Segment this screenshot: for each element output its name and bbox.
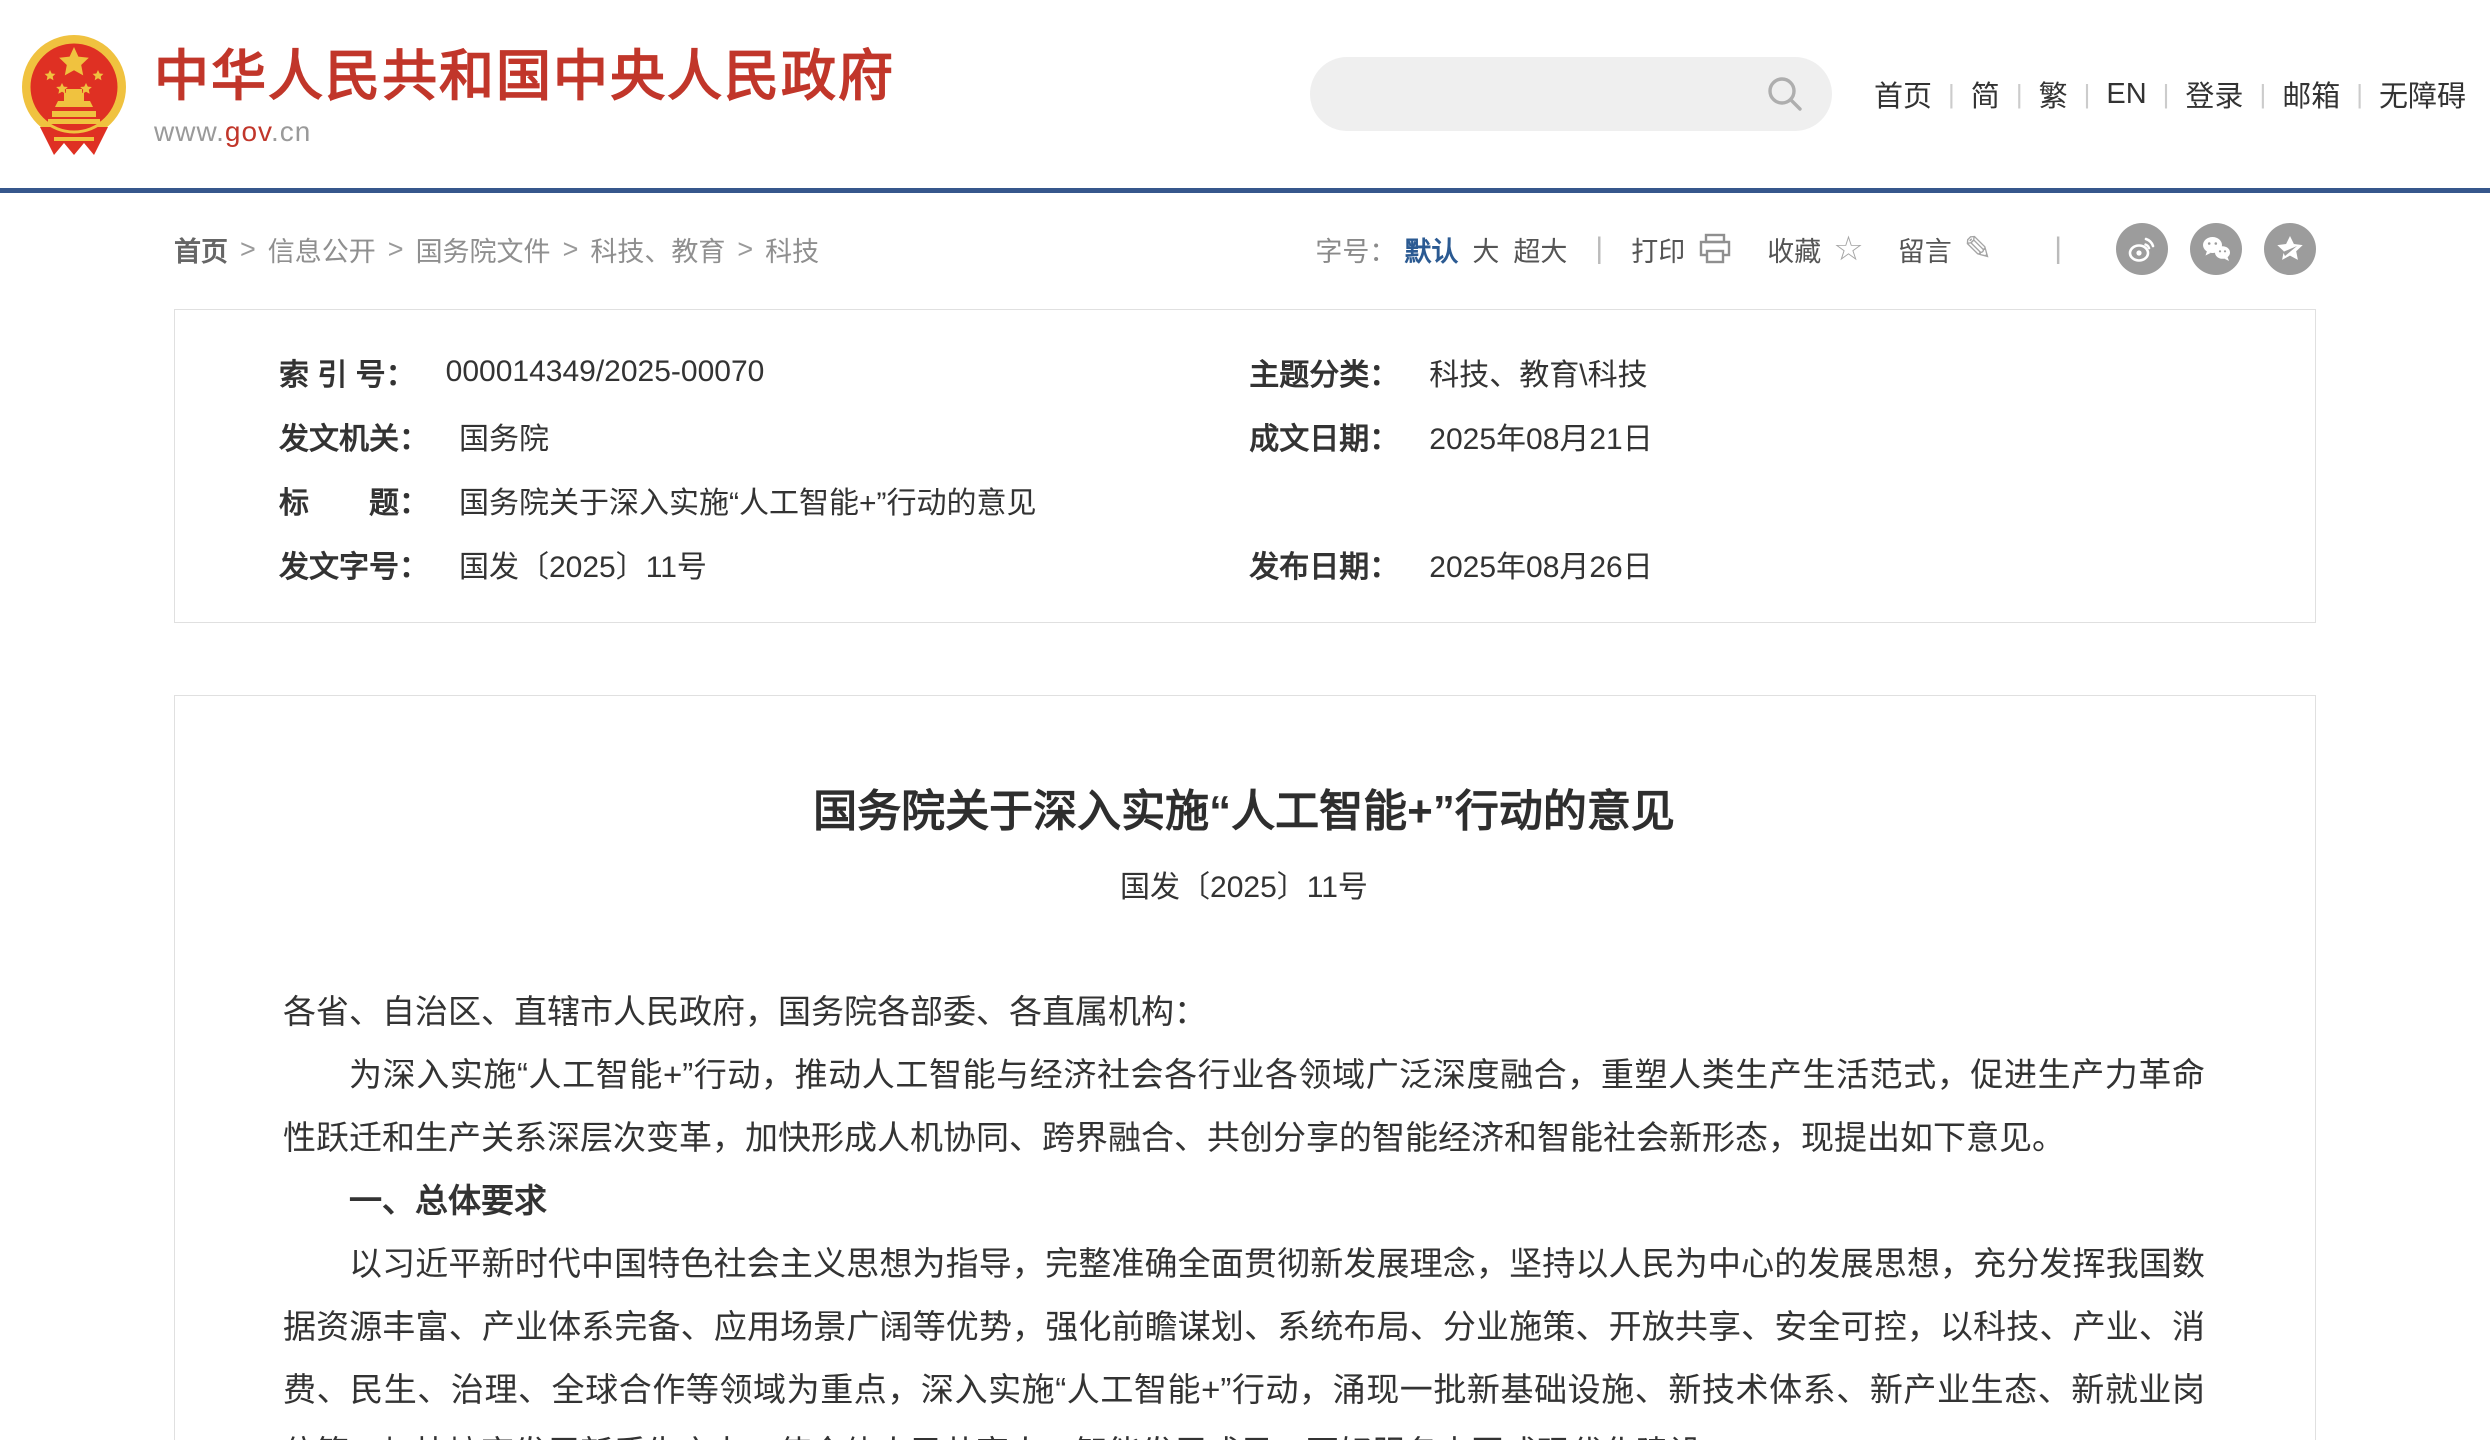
meta-title-value: 国务院关于深入实施“人工智能+”行动的意见 <box>459 478 1037 522</box>
breadcrumb-state-council-docs[interactable]: 国务院文件 <box>416 230 551 269</box>
breadcrumb-sci[interactable]: 科技 <box>765 230 819 269</box>
toolbar-separator: | <box>2054 232 2062 266</box>
nav-accessibility[interactable]: 无障碍 <box>2379 73 2466 115</box>
breadcrumb: 首页 > 信息公开 > 国务院文件 > 科技、教育 > 科技 <box>174 230 819 269</box>
meta-topic-value: 科技、教育\科技 <box>1429 350 1647 394</box>
meta-issuing-org-label: 发文机关： <box>279 414 429 458</box>
search-icon[interactable] <box>1764 73 1806 115</box>
breadcrumb-separator: > <box>240 234 256 265</box>
nav-home[interactable]: 首页 <box>1874 73 1932 115</box>
comment-button[interactable]: 留言 ✎ <box>1898 230 1993 269</box>
print-button[interactable]: 打印 <box>1631 230 1733 269</box>
paragraph-salutation: 各省、自治区、直辖市人民政府，国务院各部委、各直属机构： <box>283 980 2205 1043</box>
breadcrumb-home[interactable]: 首页 <box>174 230 228 269</box>
document-metadata-box: 索 引 号： 000014349/2025-00070 主题分类： 科技、教育\… <box>174 309 2316 623</box>
nav-separator: | <box>1948 79 1955 110</box>
paragraph-guiding-ideology: 以习近平新时代中国特色社会主义思想为指导，完整准确全面贯彻新发展理念，坚持以人民… <box>283 1232 2205 1440</box>
nav-simplified[interactable]: 简 <box>1971 73 2000 115</box>
national-emblem-icon <box>20 31 128 157</box>
share-weibo-button[interactable] <box>2116 223 2168 275</box>
weibo-icon <box>2125 232 2159 266</box>
share-qzone-button[interactable] <box>2264 223 2316 275</box>
share-wechat-button[interactable] <box>2190 223 2242 275</box>
header-divider <box>0 188 2490 193</box>
pencil-icon: ✎ <box>1964 232 1993 266</box>
page-toolbar: 字号： 默认 大 超大 | 打印 收藏 ☆ 留言 ✎ | <box>1315 223 2316 275</box>
meta-doc-number-value: 国发〔2025〕11号 <box>459 542 707 586</box>
wechat-icon <box>2199 232 2233 266</box>
meta-row: 索 引 号： 000014349/2025-00070 主题分类： 科技、教育\… <box>175 340 2315 404</box>
meta-signed-date-value: 2025年08月21日 <box>1429 414 1652 458</box>
search-input[interactable] <box>1340 64 1764 124</box>
nav-login[interactable]: 登录 <box>2185 73 2243 115</box>
breadcrumb-separator: > <box>737 234 753 265</box>
nav-mail[interactable]: 邮箱 <box>2282 73 2340 115</box>
site-header: 中华人民共和国中央人民政府 www.gov.cn 首页 | 简 | 繁 | EN… <box>0 0 2490 188</box>
document-body: 各省、自治区、直辖市人民政府，国务院各部委、各直属机构： 为深入实施“人工智能+… <box>283 980 2205 1440</box>
document-content-box: 国务院关于深入实施“人工智能+”行动的意见 国发〔2025〕11号 各省、自治区… <box>174 695 2316 1440</box>
document-title: 国务院关于深入实施“人工智能+”行动的意见 <box>283 786 2205 838</box>
meta-publish-date-value: 2025年08月26日 <box>1429 542 1652 586</box>
breadcrumb-separator: > <box>388 234 404 265</box>
site-url: www.gov.cn <box>154 116 895 148</box>
meta-row: 标 题： 国务院关于深入实施“人工智能+”行动的意见 <box>175 468 2315 532</box>
nav-traditional[interactable]: 繁 <box>2039 73 2068 115</box>
qzone-star-icon <box>2273 232 2307 266</box>
nav-separator: | <box>2016 79 2023 110</box>
document-number: 国发〔2025〕11号 <box>283 866 2205 910</box>
meta-signed-date-label: 成文日期： <box>1249 414 1399 458</box>
font-size-default[interactable]: 默认 <box>1404 230 1458 269</box>
share-group <box>2094 223 2316 275</box>
breadcrumb-sci-edu[interactable]: 科技、教育 <box>590 230 725 269</box>
meta-topic-label: 主题分类： <box>1249 350 1399 394</box>
site-title: 中华人民共和国中央人民政府 <box>154 46 895 107</box>
font-size-xlarge[interactable]: 超大 <box>1513 230 1567 269</box>
printer-icon <box>1697 231 1733 267</box>
nav-separator: | <box>2259 79 2266 110</box>
breadcrumb-separator: > <box>563 234 579 265</box>
breadcrumb-info-disclosure[interactable]: 信息公开 <box>268 230 376 269</box>
nav-english[interactable]: EN <box>2106 78 2146 111</box>
meta-row: 发文机关： 国务院 成文日期： 2025年08月21日 <box>175 404 2315 468</box>
favorite-button[interactable]: 收藏 ☆ <box>1767 230 1863 269</box>
meta-issuing-org-value: 国务院 <box>459 414 549 458</box>
meta-row: 发文字号： 国发〔2025〕11号 发布日期： 2025年08月26日 <box>175 532 2315 596</box>
meta-index-label: 索 引 号： <box>279 350 416 394</box>
meta-index-value: 000014349/2025-00070 <box>446 355 765 389</box>
nav-separator: | <box>2356 79 2363 110</box>
meta-publish-date-label: 发布日期： <box>1249 542 1399 586</box>
nav-separator: | <box>2084 79 2091 110</box>
star-icon: ☆ <box>1833 232 1863 266</box>
font-size-label: 字号： <box>1315 230 1396 269</box>
site-logo[interactable]: 中华人民共和国中央人民政府 www.gov.cn <box>20 31 895 157</box>
font-size-large[interactable]: 大 <box>1472 230 1499 269</box>
meta-title-label: 标 题： <box>279 478 429 522</box>
section-heading-overall-requirements: 一、总体要求 <box>283 1169 2205 1232</box>
paragraph-intro: 为深入实施“人工智能+”行动，推动人工智能与经济社会各行业各领域广泛深度融合，重… <box>283 1043 2205 1169</box>
toolbar-separator: | <box>1595 232 1603 266</box>
top-nav: 首页 | 简 | 繁 | EN | 登录 | 邮箱 | 无障碍 <box>1874 73 2466 115</box>
search-bar <box>1310 57 1832 131</box>
meta-doc-number-label: 发文字号： <box>279 542 429 586</box>
nav-separator: | <box>2163 79 2170 110</box>
